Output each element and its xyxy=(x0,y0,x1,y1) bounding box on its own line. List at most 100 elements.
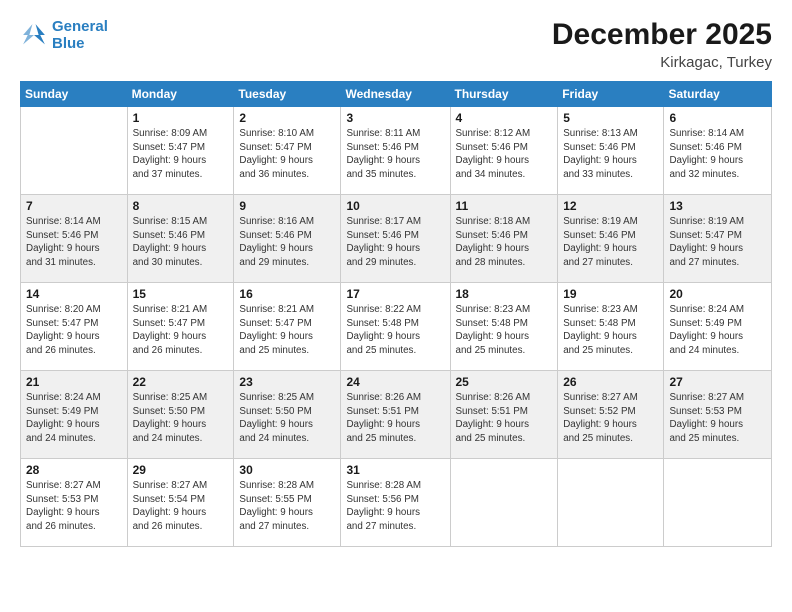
day-info: Sunrise: 8:17 AMSunset: 5:46 PMDaylight:… xyxy=(346,215,444,270)
day-cell: 12Sunrise: 8:19 AMSunset: 5:46 PMDayligh… xyxy=(558,195,664,283)
day-number: 19 xyxy=(563,287,658,301)
day-info: Sunrise: 8:16 AMSunset: 5:46 PMDaylight:… xyxy=(239,215,335,270)
day-cell: 30Sunrise: 8:28 AMSunset: 5:55 PMDayligh… xyxy=(234,459,341,547)
day-number: 24 xyxy=(346,375,444,389)
day-number: 4 xyxy=(456,111,553,125)
day-info: Sunrise: 8:18 AMSunset: 5:46 PMDaylight:… xyxy=(456,215,553,270)
day-cell: 1Sunrise: 8:09 AMSunset: 5:47 PMDaylight… xyxy=(127,107,234,195)
day-cell: 14 Sunrise: 8:20 AMSunset: 5:47 PMDayligh… xyxy=(21,283,128,371)
day-number: 23 xyxy=(239,375,335,389)
day-cell: 10Sunrise: 8:17 AMSunset: 5:46 PMDayligh… xyxy=(341,195,450,283)
day-cell: 22Sunrise: 8:25 AMSunset: 5:50 PMDayligh… xyxy=(127,371,234,459)
header-day-friday: Friday xyxy=(558,82,664,107)
day-info: Sunrise: 8:20 AMSunset: 5:47 PMDaylight:… xyxy=(26,303,122,358)
day-number: 8 xyxy=(133,199,229,213)
location-title: Kirkagac, Turkey xyxy=(552,54,772,71)
header-day-sunday: Sunday xyxy=(21,82,128,107)
day-info: Sunrise: 8:12 AMSunset: 5:46 PMDaylight:… xyxy=(456,127,553,182)
day-cell: 25Sunrise: 8:26 AMSunset: 5:51 PMDayligh… xyxy=(450,371,558,459)
day-info: Sunrise: 8:23 AMSunset: 5:48 PMDaylight:… xyxy=(563,303,658,358)
day-number: 3 xyxy=(346,111,444,125)
day-cell: 18 Sunrise: 8:23 AMSunset: 5:48 PMDayligh… xyxy=(450,283,558,371)
header-day-thursday: Thursday xyxy=(450,82,558,107)
day-number: 11 xyxy=(456,199,553,213)
day-info: Sunrise: 8:23 AMSunset: 5:48 PMDaylight:… xyxy=(456,303,553,358)
header-day-wednesday: Wednesday xyxy=(341,82,450,107)
calendar-body: 1Sunrise: 8:09 AMSunset: 5:47 PMDaylight… xyxy=(21,107,772,547)
week-row-2: 7Sunrise: 8:14 AMSunset: 5:46 PMDaylight… xyxy=(21,195,772,283)
day-number: 6 xyxy=(669,111,766,125)
day-number: 22 xyxy=(133,375,229,389)
week-row-4: 21Sunrise: 8:24 AMSunset: 5:49 PMDayligh… xyxy=(21,371,772,459)
day-number: 9 xyxy=(239,199,335,213)
header-day-tuesday: Tuesday xyxy=(234,82,341,107)
day-info: Sunrise: 8:19 AMSunset: 5:47 PMDaylight:… xyxy=(669,215,766,270)
day-cell: 27 Sunrise: 8:27 AMSunset: 5:53 PMDayligh… xyxy=(664,371,772,459)
month-title: December 2025 xyxy=(552,18,772,52)
day-cell: 29 Sunrise: 8:27 AMSunset: 5:54 PMDayligh… xyxy=(127,459,234,547)
day-info: Sunrise: 8:13 AMSunset: 5:46 PMDaylight:… xyxy=(563,127,658,182)
calendar: SundayMondayTuesdayWednesdayThursdayFrid… xyxy=(20,81,772,547)
day-number: 26 xyxy=(563,375,658,389)
day-number: 14 xyxy=(26,287,122,301)
logo: General Blue xyxy=(20,18,108,53)
logo-line1: General xyxy=(52,18,108,35)
day-cell: 8 Sunrise: 8:15 AMSunset: 5:46 PMDaylight… xyxy=(127,195,234,283)
day-number: 31 xyxy=(346,463,444,477)
day-cell: 13 Sunrise: 8:19 AMSunset: 5:47 PMDayligh… xyxy=(664,195,772,283)
day-cell: 11 Sunrise: 8:18 AMSunset: 5:46 PMDayligh… xyxy=(450,195,558,283)
day-info: Sunrise: 8:21 AMSunset: 5:47 PMDaylight:… xyxy=(239,303,335,358)
day-info: Sunrise: 8:26 AMSunset: 5:51 PMDaylight:… xyxy=(456,391,553,446)
day-cell: 6Sunrise: 8:14 AMSunset: 5:46 PMDaylight… xyxy=(664,107,772,195)
day-cell: 23Sunrise: 8:25 AMSunset: 5:50 PMDayligh… xyxy=(234,371,341,459)
title-block: December 2025 Kirkagac, Turkey xyxy=(552,18,772,71)
day-number: 5 xyxy=(563,111,658,125)
day-number: 13 xyxy=(669,199,766,213)
header-day-monday: Monday xyxy=(127,82,234,107)
day-info: Sunrise: 8:09 AMSunset: 5:47 PMDaylight:… xyxy=(133,127,229,182)
day-cell: 28 Sunrise: 8:27 AMSunset: 5:53 PMDayligh… xyxy=(21,459,128,547)
day-number: 18 xyxy=(456,287,553,301)
day-cell: 17Sunrise: 8:22 AMSunset: 5:48 PMDayligh… xyxy=(341,283,450,371)
day-number: 28 xyxy=(26,463,122,477)
day-cell: 5 Sunrise: 8:13 AMSunset: 5:46 PMDaylight… xyxy=(558,107,664,195)
day-cell: 7Sunrise: 8:14 AMSunset: 5:46 PMDaylight… xyxy=(21,195,128,283)
day-info: Sunrise: 8:27 AMSunset: 5:53 PMDaylight:… xyxy=(669,391,766,446)
week-row-1: 1Sunrise: 8:09 AMSunset: 5:47 PMDaylight… xyxy=(21,107,772,195)
day-cell: 16 Sunrise: 8:21 AMSunset: 5:47 PMDayligh… xyxy=(234,283,341,371)
day-number: 16 xyxy=(239,287,335,301)
day-cell: 21Sunrise: 8:24 AMSunset: 5:49 PMDayligh… xyxy=(21,371,128,459)
day-info: Sunrise: 8:27 AMSunset: 5:54 PMDaylight:… xyxy=(133,479,229,534)
day-info: Sunrise: 8:15 AMSunset: 5:46 PMDaylight:… xyxy=(133,215,229,270)
logo-line2: Blue xyxy=(52,35,85,52)
day-info: Sunrise: 8:27 AMSunset: 5:53 PMDaylight:… xyxy=(26,479,122,534)
day-cell: 31Sunrise: 8:28 AMSunset: 5:56 PMDayligh… xyxy=(341,459,450,547)
day-cell xyxy=(21,107,128,195)
day-number: 21 xyxy=(26,375,122,389)
day-number: 15 xyxy=(133,287,229,301)
day-number: 27 xyxy=(669,375,766,389)
day-info: Sunrise: 8:10 AMSunset: 5:47 PMDaylight:… xyxy=(239,127,335,182)
header-day-saturday: Saturday xyxy=(664,82,772,107)
day-info: Sunrise: 8:14 AMSunset: 5:46 PMDaylight:… xyxy=(26,215,122,270)
day-number: 29 xyxy=(133,463,229,477)
day-cell: 19 Sunrise: 8:23 AMSunset: 5:48 PMDayligh… xyxy=(558,283,664,371)
day-cell: 26 Sunrise: 8:27 AMSunset: 5:52 PMDayligh… xyxy=(558,371,664,459)
day-cell xyxy=(664,459,772,547)
logo-text: General Blue xyxy=(52,18,108,53)
logo-icon xyxy=(20,21,48,49)
day-info: Sunrise: 8:11 AMSunset: 5:46 PMDaylight:… xyxy=(346,127,444,182)
day-number: 2 xyxy=(239,111,335,125)
day-cell xyxy=(450,459,558,547)
day-info: Sunrise: 8:26 AMSunset: 5:51 PMDaylight:… xyxy=(346,391,444,446)
day-cell: 20Sunrise: 8:24 AMSunset: 5:49 PMDayligh… xyxy=(664,283,772,371)
day-info: Sunrise: 8:27 AMSunset: 5:52 PMDaylight:… xyxy=(563,391,658,446)
day-info: Sunrise: 8:22 AMSunset: 5:48 PMDaylight:… xyxy=(346,303,444,358)
day-cell: 15 Sunrise: 8:21 AMSunset: 5:47 PMDayligh… xyxy=(127,283,234,371)
day-cell: 24 Sunrise: 8:26 AMSunset: 5:51 PMDayligh… xyxy=(341,371,450,459)
day-cell: 9 Sunrise: 8:16 AMSunset: 5:46 PMDaylight… xyxy=(234,195,341,283)
day-info: Sunrise: 8:21 AMSunset: 5:47 PMDaylight:… xyxy=(133,303,229,358)
day-cell: 3 Sunrise: 8:11 AMSunset: 5:46 PMDaylight… xyxy=(341,107,450,195)
day-cell: 2 Sunrise: 8:10 AMSunset: 5:47 PMDaylight… xyxy=(234,107,341,195)
day-number: 20 xyxy=(669,287,766,301)
